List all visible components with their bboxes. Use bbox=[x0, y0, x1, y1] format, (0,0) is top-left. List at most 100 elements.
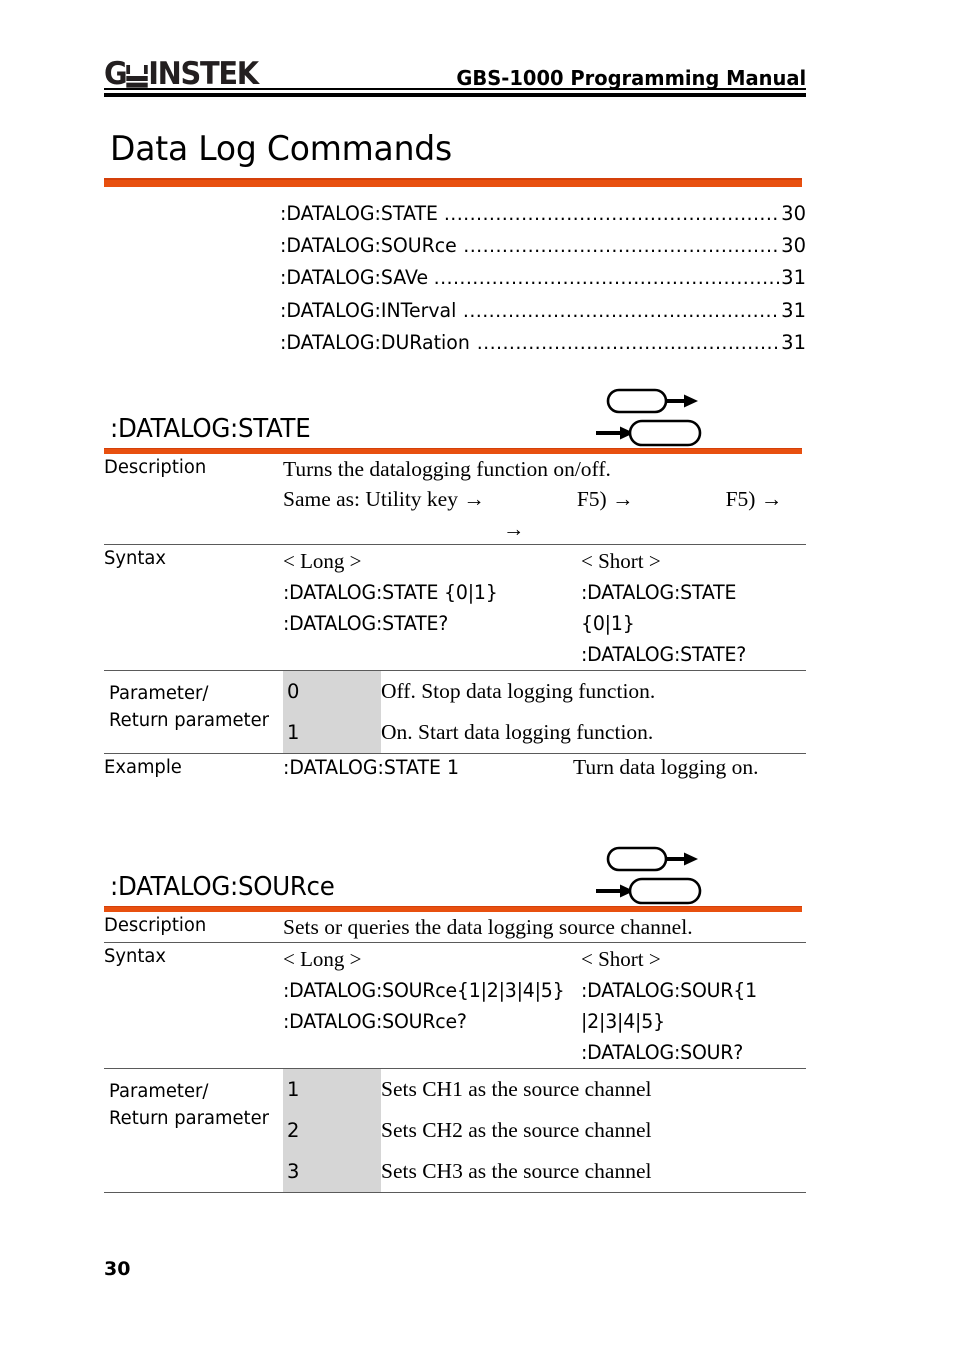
syntax-short-header: < Short > bbox=[581, 549, 661, 573]
header-rule-thin bbox=[104, 88, 806, 90]
page-header: G INSTEK GBS-1000 Programming Manual bbox=[104, 44, 806, 90]
syntax-short-line: :DATALOG:STATE? bbox=[581, 643, 747, 666]
toc-entry-label: :DATALOG:SAVe bbox=[280, 266, 429, 290]
syntax-short-line: :DATALOG:STATE {0|1} bbox=[581, 581, 737, 635]
toc-entry[interactable]: :DATALOG:STATE..........................… bbox=[280, 198, 806, 230]
row-label-description: Description bbox=[104, 454, 283, 545]
parameter-description: Sets CH2 as the source channel bbox=[381, 1118, 652, 1142]
label-text: Syntax bbox=[104, 946, 167, 967]
table-row-description: Description Sets or queries the data log… bbox=[104, 912, 806, 943]
command-header: :DATALOG:SOURce bbox=[104, 836, 806, 912]
logo-text-instek: INSTEK bbox=[148, 56, 259, 92]
command-spec-table: Description Turns the datalogging functi… bbox=[104, 454, 806, 781]
page-title: Data Log Commands bbox=[110, 129, 453, 169]
command-type-icons bbox=[594, 842, 722, 906]
label-text: Description bbox=[104, 915, 207, 936]
parameter-row: 1 Sets CH1 as the source channel bbox=[283, 1069, 806, 1110]
parameter-key: 0 bbox=[287, 680, 300, 703]
description-same-as: Same as: Utility key → F5) → F5) → bbox=[283, 484, 806, 514]
toc-entry-label: :DATALOG:STATE bbox=[280, 202, 438, 225]
command-type-icons bbox=[594, 384, 722, 448]
same-as-end: F5) → bbox=[725, 487, 783, 511]
command-section-datalog-state: :DATALOG:STATE Description Turns the dat… bbox=[104, 378, 806, 781]
description-continuation-arrow: → bbox=[503, 517, 525, 541]
command-section-datalog-source: :DATALOG:SOURce Description Sets or quer… bbox=[104, 836, 806, 1193]
table-row-syntax: Syntax < Long > :DATALOG:SOURce{1|2|3|4|… bbox=[104, 943, 806, 1069]
logo-text-g: G bbox=[104, 56, 128, 92]
table-row-parameters: Parameter/ Return parameter 1 Sets CH1 a… bbox=[104, 1069, 806, 1193]
toc-entry[interactable]: :DATALOG:SAVe...........................… bbox=[280, 262, 806, 294]
label-text: Return parameter bbox=[109, 710, 269, 731]
parameter-description: On. Start data logging function. bbox=[381, 720, 654, 744]
syntax-long-column: < Long > :DATALOG:SOURce{1|2|3|4|5} :DAT… bbox=[283, 943, 581, 1068]
toc-entry-label: :DATALOG:DURation bbox=[280, 330, 470, 354]
example-command: :DATALOG:STATE 1 bbox=[283, 756, 460, 779]
parameter-description: Off. Stop data logging function. bbox=[381, 679, 656, 703]
parameter-row: 0 Off. Stop data logging function. bbox=[283, 671, 806, 712]
parameter-description: Sets CH1 as the source channel bbox=[381, 1077, 652, 1101]
toc-entry-page: 31 bbox=[781, 330, 806, 354]
toc-leader-dots: ........................................… bbox=[443, 203, 781, 225]
table-row-description: Description Turns the datalogging functi… bbox=[104, 454, 806, 545]
syntax-short-column: < Short > :DATALOG:SOUR{1|2|3|4|5} :DATA… bbox=[581, 943, 806, 1068]
set-command-icon bbox=[606, 846, 698, 872]
toc-leader-dots: ........................................… bbox=[463, 235, 781, 258]
page-title-rule bbox=[104, 178, 802, 187]
table-row-syntax: Syntax < Long > :DATALOG:STATE {0|1} :DA… bbox=[104, 545, 806, 671]
toc-leader-dots: ........................................… bbox=[433, 267, 781, 290]
toc-entry-label: :DATALOG:SOURce bbox=[280, 234, 457, 258]
command-header: :DATALOG:STATE bbox=[104, 378, 806, 454]
logo-w-icon bbox=[126, 62, 148, 84]
label-text: Parameter/ bbox=[109, 1081, 209, 1102]
query-command-icon bbox=[596, 877, 702, 905]
syntax-short-line: :DATALOG:SOUR? bbox=[581, 1041, 744, 1064]
toc-entry[interactable]: :DATALOG:INTerval.......................… bbox=[280, 295, 806, 327]
syntax-long-header: < Long > bbox=[283, 947, 362, 971]
header-rule-thick bbox=[104, 93, 806, 97]
syntax-short-header: < Short > bbox=[581, 947, 661, 971]
example-note: Turn data logging on. bbox=[573, 755, 759, 779]
syntax-long-line: :DATALOG:STATE {0|1} bbox=[283, 581, 498, 604]
manual-title: GBS-1000 Programming Manual bbox=[456, 65, 806, 90]
syntax-long-column: < Long > :DATALOG:STATE {0|1} :DATALOG:S… bbox=[283, 545, 581, 670]
toc-entry-page: 31 bbox=[781, 298, 806, 322]
label-text: Return parameter bbox=[109, 1108, 269, 1129]
label-text: Description bbox=[104, 457, 207, 478]
toc-leader-dots: ........................................… bbox=[476, 331, 781, 354]
row-value-syntax: < Long > :DATALOG:STATE {0|1} :DATALOG:S… bbox=[283, 545, 806, 671]
toc-entry[interactable]: :DATALOG:SOURce.........................… bbox=[280, 230, 806, 262]
row-value-description: Turns the datalogging function on/off. S… bbox=[283, 454, 806, 545]
parameter-description: Sets CH3 as the source channel bbox=[381, 1159, 652, 1183]
syntax-short-column: < Short > :DATALOG:STATE {0|1} :DATALOG:… bbox=[581, 545, 806, 670]
syntax-short-line: :DATALOG:SOUR{1|2|3|4|5} bbox=[581, 979, 757, 1033]
command-spec-table: Description Sets or queries the data log… bbox=[104, 912, 806, 1193]
parameter-key: 1 bbox=[287, 721, 300, 744]
syntax-long-line: :DATALOG:SOURce? bbox=[283, 1010, 467, 1033]
row-value-syntax: < Long > :DATALOG:SOURce{1|2|3|4|5} :DAT… bbox=[283, 943, 806, 1069]
label-text: Syntax bbox=[104, 548, 167, 569]
row-value-description: Sets or queries the data logging source … bbox=[283, 912, 806, 943]
parameter-key: 2 bbox=[287, 1119, 300, 1142]
gw-instek-logo: G INSTEK bbox=[104, 56, 259, 92]
row-label-syntax: Syntax bbox=[104, 943, 283, 1069]
manual-page: G INSTEK GBS-1000 Programming Manual Data… bbox=[0, 0, 954, 1350]
toc-entry[interactable]: :DATALOG:DURation.......................… bbox=[280, 327, 806, 359]
row-label-description: Description bbox=[104, 912, 283, 943]
table-row-example: Example :DATALOG:STATE 1 Turn data loggi… bbox=[104, 754, 806, 782]
parameter-row: 1 On. Start data logging function. bbox=[283, 712, 806, 753]
toc-entry-page: 31 bbox=[781, 266, 806, 290]
toc-entry-page: 30 bbox=[781, 234, 806, 258]
page-number: 30 bbox=[104, 1258, 131, 1280]
parameter-row: 2 Sets CH2 as the source channel bbox=[283, 1110, 806, 1151]
toc-leader-dots: ........................................… bbox=[462, 299, 781, 322]
toc-entry-label: :DATALOG:INTerval bbox=[280, 298, 457, 322]
toc-entry-page: 30 bbox=[781, 202, 806, 225]
parameter-key: 3 bbox=[287, 1160, 300, 1183]
query-command-icon bbox=[596, 419, 702, 447]
table-row-parameters: Parameter/ Return parameter 0 Off. Stop … bbox=[104, 671, 806, 754]
parameter-row: 3 Sets CH3 as the source channel bbox=[283, 1151, 806, 1192]
row-label-parameters: Parameter/ Return parameter bbox=[109, 680, 287, 734]
row-value-parameters: Parameter/ Return parameter 0 Off. Stop … bbox=[104, 671, 806, 754]
label-text: Parameter/ bbox=[109, 683, 209, 704]
command-name: :DATALOG:SOURce bbox=[110, 871, 335, 902]
